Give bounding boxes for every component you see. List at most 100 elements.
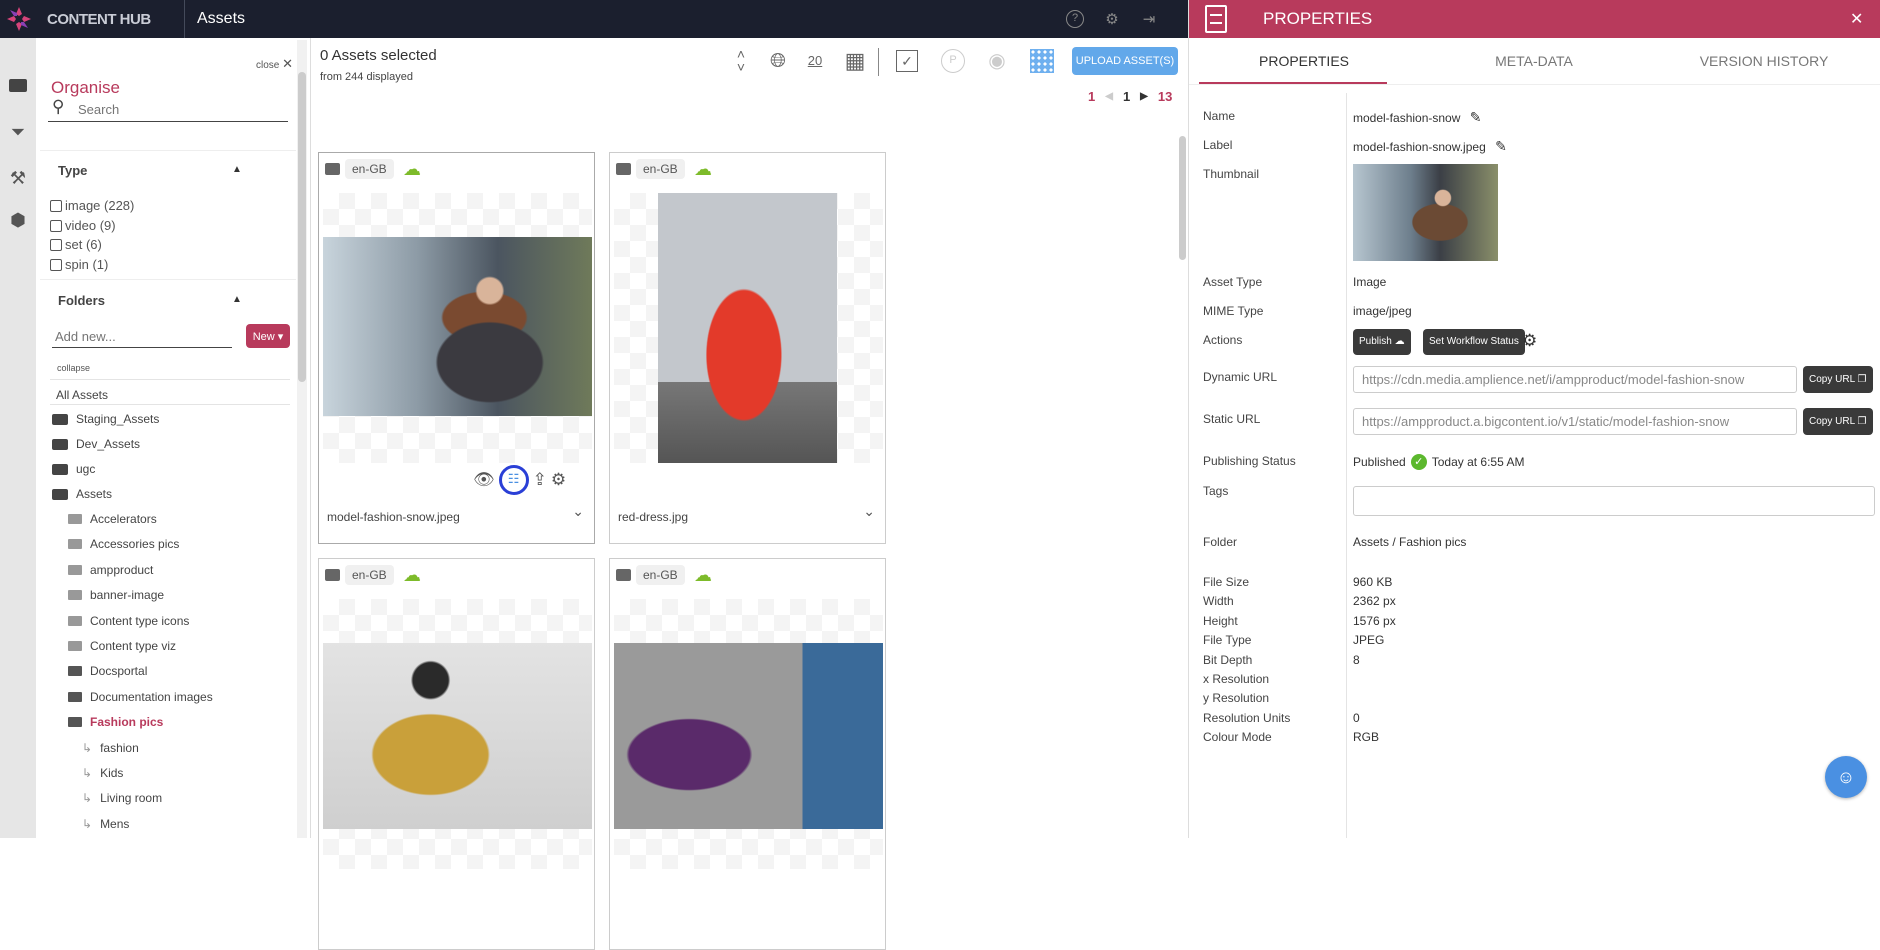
gear-icon[interactable]: ⚙ bbox=[1522, 331, 1537, 351]
copy-dynamic-url-button[interactable]: Copy URL ❐ bbox=[1803, 366, 1873, 393]
folder-root-icon bbox=[52, 488, 68, 500]
detail-value: 1576 px bbox=[1353, 613, 1396, 628]
publish-filter-icon[interactable]: P bbox=[941, 49, 965, 73]
tab-version-history[interactable]: VERSION HISTORY bbox=[1649, 38, 1879, 85]
folder-icon[interactable] bbox=[6, 74, 30, 98]
sort-icon[interactable]: ˄ ˅ bbox=[728, 47, 754, 74]
subfolder-item[interactable]: ↳ Kids bbox=[82, 766, 123, 780]
folder-item[interactable]: Content type icons bbox=[68, 614, 189, 628]
first-page-link[interactable]: 1 bbox=[1088, 89, 1095, 104]
folder-icon bbox=[68, 717, 82, 728]
folder-item[interactable]: Documentation images bbox=[68, 690, 213, 704]
grid-view-icon[interactable]: ▦ bbox=[842, 48, 868, 74]
filter-icon[interactable]: ⏷ bbox=[6, 122, 30, 146]
subfolder-item[interactable]: ↳ fashion bbox=[82, 741, 139, 755]
asset-card[interactable]: en-GB ☁ 👁︎ ☷ ⇪ ⚙ model-fashion-snow.jpeg… bbox=[318, 152, 595, 544]
type-label: spin (1) bbox=[65, 256, 109, 272]
settings-icon[interactable]: ⚙ bbox=[1103, 10, 1121, 28]
camera-icon bbox=[616, 569, 631, 581]
edit-label-icon[interactable]: ✎ bbox=[1495, 138, 1507, 154]
detail-value: RGB bbox=[1353, 730, 1380, 745]
chatbot-button[interactable]: ☺ bbox=[1825, 756, 1867, 798]
folder-icon bbox=[68, 691, 82, 702]
asset-thumbnail[interactable] bbox=[323, 237, 592, 416]
asset-thumbnail[interactable] bbox=[658, 193, 837, 463]
publish-button[interactable]: Publish ☁ bbox=[1353, 329, 1411, 355]
search-field[interactable]: ⚲ bbox=[48, 96, 288, 122]
folder-root-icon bbox=[52, 438, 68, 450]
collapse-type-icon[interactable]: ▲ bbox=[232, 164, 242, 175]
root-folder-item[interactable]: Dev_Assets bbox=[52, 437, 140, 451]
static-url-input[interactable] bbox=[1353, 408, 1797, 435]
edit-name-icon[interactable]: ✎ bbox=[1470, 109, 1482, 125]
asset-thumbnail[interactable] bbox=[323, 643, 592, 829]
subfolder-item[interactable]: ↳ Mens bbox=[82, 817, 129, 831]
type-checkbox[interactable] bbox=[50, 239, 62, 251]
tab-properties[interactable]: PROPERTIES bbox=[1189, 38, 1419, 85]
detail-value: 0 bbox=[1353, 710, 1360, 725]
folder-label: fashion bbox=[100, 740, 139, 755]
set-workflow-status-button[interactable]: Set Workflow Status bbox=[1423, 329, 1525, 355]
collapse-link[interactable]: collapse bbox=[57, 363, 90, 373]
next-page-icon[interactable]: ▶ bbox=[1140, 91, 1148, 102]
asset-card[interactable]: en-GB ☁ bbox=[318, 558, 595, 950]
folder-item[interactable]: Accelerators bbox=[68, 512, 157, 526]
type-checkbox[interactable] bbox=[50, 200, 62, 212]
all-assets-item[interactable]: All Assets bbox=[56, 388, 108, 402]
asset-card[interactable]: en-GB ☁ bbox=[609, 558, 886, 950]
asset-thumbnail[interactable] bbox=[614, 643, 883, 829]
search-input[interactable] bbox=[78, 102, 278, 117]
preview-eye-icon[interactable]: 👁︎ bbox=[473, 470, 495, 490]
subfolder-item[interactable]: ↳ Living room bbox=[82, 791, 162, 805]
folder-item[interactable]: Fashion pics bbox=[68, 715, 163, 729]
camera-icon bbox=[325, 569, 340, 581]
type-filter-item[interactable]: video (9) bbox=[50, 218, 116, 233]
sidebar-scrollbar[interactable] bbox=[298, 72, 306, 382]
chevron-down-icon[interactable]: ⌄ bbox=[572, 503, 584, 520]
type-filter-item[interactable]: spin (1) bbox=[50, 257, 108, 272]
folder-item[interactable]: Content type viz bbox=[68, 639, 176, 653]
collapse-folders-icon[interactable]: ▲ bbox=[232, 294, 242, 305]
new-folder-button[interactable]: New ▾ bbox=[246, 324, 290, 348]
upload-assets-button[interactable]: UPLOAD ASSET(S) bbox=[1072, 47, 1178, 75]
globe-icon[interactable]: 🌐︎ bbox=[765, 48, 791, 74]
tools-icon[interactable]: ⚒ bbox=[6, 168, 30, 192]
root-folder-item[interactable]: Staging_Assets bbox=[52, 412, 159, 426]
last-page-link[interactable]: 13 bbox=[1158, 89, 1172, 104]
gear-icon[interactable]: ⚙ bbox=[551, 470, 566, 490]
help-icon[interactable]: ? bbox=[1066, 10, 1084, 28]
dynamic-url-input[interactable] bbox=[1353, 366, 1797, 393]
root-folder-item[interactable]: Assets bbox=[52, 487, 112, 501]
transparency-toggle-icon[interactable] bbox=[1030, 49, 1054, 73]
type-filter-item[interactable]: image (228) bbox=[50, 198, 134, 213]
main-scrollbar[interactable] bbox=[1179, 136, 1186, 260]
chevron-down-icon[interactable]: ⌄ bbox=[863, 503, 875, 520]
folder-item[interactable]: Accessories pics bbox=[68, 537, 179, 551]
folder-item[interactable]: ampproduct bbox=[68, 563, 153, 577]
publish-upload-icon[interactable]: ⇪ bbox=[533, 470, 547, 490]
close-icon[interactable]: ✕ bbox=[1850, 9, 1863, 29]
folder-item[interactable]: Docsportal bbox=[68, 664, 147, 678]
panel-title: Organise bbox=[51, 78, 120, 97]
type-filter-item[interactable]: set (6) bbox=[50, 237, 102, 252]
thumbnail-label: Thumbnail bbox=[1203, 167, 1260, 181]
per-page-button[interactable]: 20 bbox=[802, 48, 828, 74]
type-checkbox[interactable] bbox=[50, 258, 62, 271]
detail-value: 8 bbox=[1353, 652, 1360, 667]
root-folder-item[interactable]: ugc bbox=[52, 462, 95, 476]
asset-card[interactable]: en-GB ☁ red-dress.jpg ⌄ bbox=[609, 152, 886, 544]
properties-icon[interactable]: ☷ bbox=[498, 465, 529, 495]
select-all-checkbox[interactable]: ✓ bbox=[896, 50, 918, 72]
tags-input[interactable] bbox=[1353, 486, 1875, 516]
add-folder-input[interactable] bbox=[52, 326, 232, 348]
copy-static-url-button[interactable]: Copy URL ❐ bbox=[1803, 408, 1873, 435]
folder-item[interactable]: banner-image bbox=[68, 588, 164, 602]
eye-icon[interactable]: ◉ bbox=[984, 48, 1010, 74]
folder-label: ugc bbox=[76, 462, 96, 476]
close-panel-button[interactable]: close ✕ bbox=[256, 56, 293, 72]
prev-page-icon[interactable]: ◀ bbox=[1105, 91, 1113, 102]
tab-meta-data[interactable]: META-DATA bbox=[1419, 38, 1649, 85]
logout-icon[interactable]: ⇥ bbox=[1140, 10, 1158, 28]
type-checkbox[interactable] bbox=[50, 219, 62, 232]
box-icon[interactable]: ⬢ bbox=[6, 210, 30, 234]
